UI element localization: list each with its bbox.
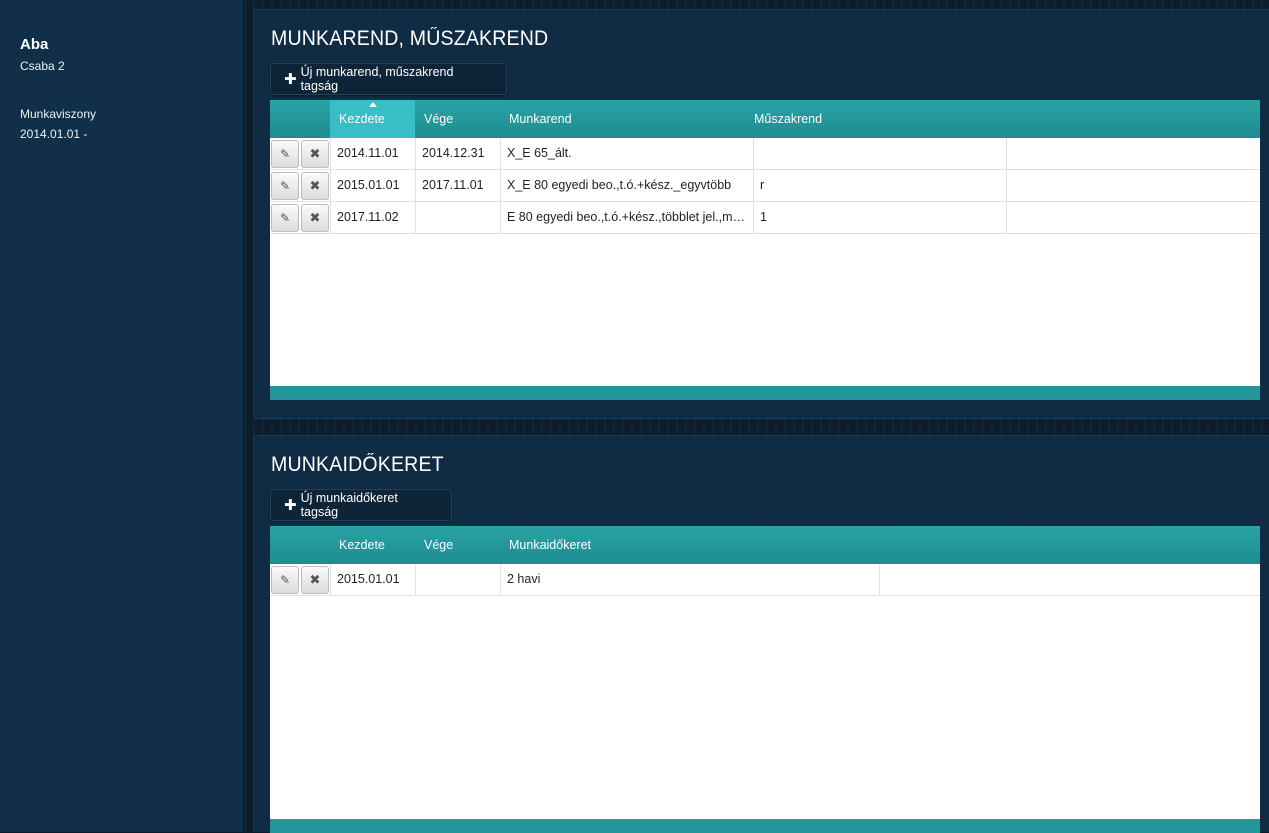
cell-timeframe: 2 havi [501,564,880,595]
cell-work-schedule: E 80 egyedi beo.,t.ó.+kész.,többlet jel.… [501,202,754,233]
edit-button[interactable]: ✎ [271,140,299,168]
timeframe-grid-header: Kezdete Vége Munkaidőkeret [270,526,1260,564]
cell-end: 2017.11.01 [416,170,501,201]
schedule-grid: Kezdete Vége Munkarend Műszakrend ✎ ✖ 20… [270,100,1260,400]
person-subname: Csaba 2 [20,59,65,73]
table-row: ✎ ✖ 2015.01.01 2017.11.01 X_E 80 egyedi … [270,170,1260,202]
schedule-panel-title: MUNKAREND, MŰSZAKREND [271,27,549,50]
cell-shift-schedule [754,138,1007,169]
cell-work-schedule: X_E 65_ált. [501,138,754,169]
add-schedule-button-label: Új munkarend, műszakrend tagság [300,65,454,93]
table-row: ✎ ✖ 2015.01.01 2 havi [270,564,1260,596]
cell-shift-schedule: 1 [754,202,1007,233]
x-icon: ✖ [309,210,321,225]
pencil-icon: ✎ [279,147,291,161]
add-schedule-button[interactable]: ✚ Új munkarend, műszakrend tagság [270,63,507,95]
delete-button[interactable]: ✖ [301,172,329,200]
sort-ascending-icon [368,102,377,107]
timeframe-panel: MUNKAIDŐKERET ✚ Új munkaidőkeret tagság … [253,435,1269,833]
x-icon: ✖ [309,572,321,587]
x-icon: ✖ [309,146,321,161]
person-name: Aba [20,36,49,53]
edit-button[interactable]: ✎ [271,566,299,594]
cell-start: 2014.11.01 [330,138,416,169]
column-header-start[interactable]: Kezdete [330,526,415,564]
edit-button[interactable]: ✎ [271,204,299,232]
column-header-work-schedule[interactable]: Munkarend [500,100,753,138]
edit-button[interactable]: ✎ [271,172,299,200]
cell-start: 2017.11.02 [330,202,416,233]
column-header-timeframe[interactable]: Munkaidőkeret [500,526,880,564]
cell-shift-schedule: r [754,170,1007,201]
timeframe-panel-title: MUNKAIDŐKERET [271,453,444,476]
pencil-icon: ✎ [279,573,291,587]
schedule-grid-footer [270,386,1260,400]
column-header-start[interactable]: Kezdete [330,100,415,138]
x-icon: ✖ [309,178,321,193]
delete-button[interactable]: ✖ [301,140,329,168]
delete-button[interactable]: ✖ [301,566,329,594]
employment-value: 2014.01.01 - [20,127,88,141]
add-timeframe-button-label: Új munkaidőkeret tagság [300,491,398,519]
column-header-shift-schedule[interactable]: Műszakrend [745,100,998,138]
cell-work-schedule: X_E 80 egyedi beo.,t.ó.+kész._egyvtöbb [501,170,754,201]
add-timeframe-button[interactable]: ✚ Új munkaidőkeret tagság [270,489,452,521]
schedule-grid-header: Kezdete Vége Munkarend Műszakrend [270,100,1260,138]
cell-end [416,202,501,233]
column-header-end[interactable]: Vége [415,526,500,564]
cell-end [416,564,501,595]
delete-button[interactable]: ✖ [301,204,329,232]
pencil-icon: ✎ [279,179,291,193]
cell-start: 2015.01.01 [330,170,416,201]
table-row: ✎ ✖ 2017.11.02 E 80 egyedi beo.,t.ó.+kés… [270,202,1260,234]
employment-label: Munkaviszony [20,107,97,121]
table-row: ✎ ✖ 2014.11.01 2014.12.31 X_E 65_ált. [270,138,1260,170]
timeframe-grid-footer [270,819,1260,833]
cell-start: 2015.01.01 [330,564,416,595]
schedule-panel: MUNKAREND, MŰSZAKREND ✚ Új munkarend, mű… [253,9,1269,419]
sidebar: Aba Csaba 2 Munkaviszony 2014.01.01 - [0,0,244,832]
plus-icon: ✚ [284,497,297,514]
column-header-end[interactable]: Vége [415,100,500,138]
pencil-icon: ✎ [279,211,291,225]
plus-icon: ✚ [284,71,297,88]
timeframe-grid: Kezdete Vége Munkaidőkeret ✎ ✖ 2015.01.0… [270,526,1260,833]
cell-end: 2014.12.31 [416,138,501,169]
